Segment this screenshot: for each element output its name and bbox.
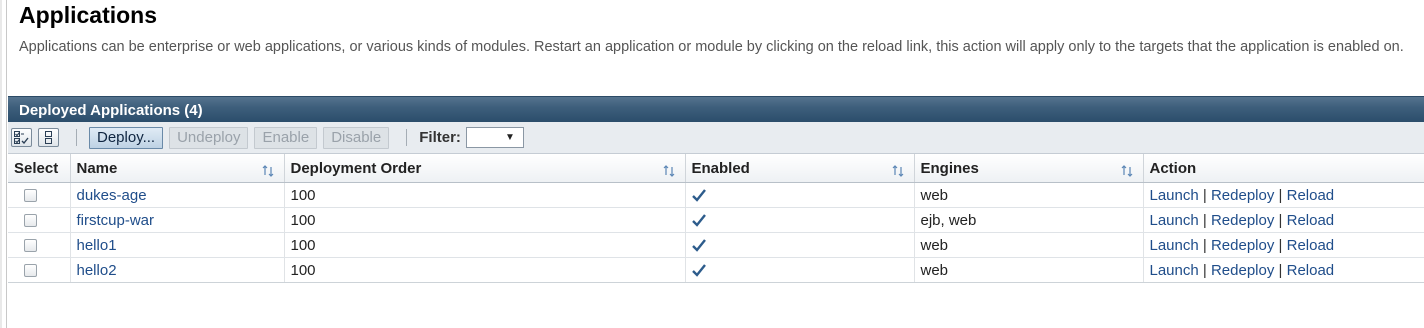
action-links: Launch | Redeploy | Reload bbox=[1143, 232, 1424, 258]
table-header-row: Select Name Deployment Order Enabled Eng… bbox=[8, 154, 1424, 183]
sort-icon bbox=[892, 165, 903, 177]
engines: web bbox=[914, 182, 1144, 208]
table-row: hello2 100 web Launch | Redeploy | Reloa… bbox=[8, 257, 1424, 283]
app-name-link[interactable]: firstcup-war bbox=[77, 212, 155, 229]
column-header-engines[interactable]: Engines bbox=[914, 154, 1144, 183]
panel-title: Deployed Applications (4) bbox=[8, 96, 1424, 122]
table-toolbar: Deploy... Undeploy Enable Disable Filter… bbox=[8, 122, 1424, 154]
chevron-down-icon: ▼ bbox=[505, 132, 515, 143]
launch-link[interactable]: Launch bbox=[1150, 262, 1199, 279]
sort-icon bbox=[663, 165, 674, 177]
table-row: hello1 100 web Launch | Redeploy | Reloa… bbox=[8, 232, 1424, 258]
enable-button[interactable]: Enable bbox=[254, 126, 318, 149]
content-border bbox=[6, 0, 7, 328]
toolbar-separator bbox=[76, 129, 77, 146]
column-header-enabled[interactable]: Enabled bbox=[685, 154, 915, 183]
engines: web bbox=[914, 232, 1144, 258]
row-select-checkbox[interactable] bbox=[24, 189, 37, 203]
check-icon bbox=[691, 239, 706, 252]
redeploy-link[interactable]: Redeploy bbox=[1211, 212, 1274, 229]
deploy-button[interactable]: Deploy... bbox=[89, 126, 164, 149]
redeploy-link[interactable]: Redeploy bbox=[1211, 237, 1274, 254]
redeploy-link[interactable]: Redeploy bbox=[1211, 262, 1274, 279]
column-header-select: Select bbox=[8, 154, 71, 183]
engines: web bbox=[914, 257, 1144, 283]
check-icon bbox=[691, 214, 706, 227]
filter-dropdown[interactable]: ▼ bbox=[465, 127, 524, 148]
reload-link[interactable]: Reload bbox=[1287, 237, 1335, 254]
app-name-link[interactable]: dukes-age bbox=[77, 187, 147, 204]
app-name-link[interactable]: hello1 bbox=[77, 237, 117, 254]
check-icon bbox=[691, 264, 706, 277]
filter-label: Filter: bbox=[419, 129, 461, 146]
page-description: Applications can be enterprise or web ap… bbox=[19, 37, 1424, 58]
column-header-name[interactable]: Name bbox=[70, 154, 285, 183]
deployment-order: 100 bbox=[284, 182, 686, 208]
action-links: Launch | Redeploy | Reload bbox=[1143, 257, 1424, 283]
deployment-order: 100 bbox=[284, 232, 686, 258]
launch-link[interactable]: Launch bbox=[1150, 212, 1199, 229]
undeploy-button[interactable]: Undeploy bbox=[169, 126, 249, 149]
deselect-all-icon[interactable] bbox=[38, 128, 59, 147]
deployed-applications-panel: Deployed Applications (4) Deploy... Unde… bbox=[8, 96, 1424, 283]
launch-link[interactable]: Launch bbox=[1150, 237, 1199, 254]
table-row: firstcup-war 100 ejb, web Launch | Redep… bbox=[8, 207, 1424, 233]
select-all-icon[interactable] bbox=[11, 128, 32, 147]
action-links: Launch | Redeploy | Reload bbox=[1143, 182, 1424, 208]
window-edge bbox=[0, 0, 2, 328]
row-select-checkbox[interactable] bbox=[24, 264, 37, 278]
check-icon bbox=[691, 189, 706, 202]
deployment-order: 100 bbox=[284, 207, 686, 233]
reload-link[interactable]: Reload bbox=[1287, 262, 1335, 279]
toolbar-separator-2 bbox=[406, 129, 408, 146]
row-select-checkbox[interactable] bbox=[24, 214, 37, 228]
reload-link[interactable]: Reload bbox=[1287, 212, 1335, 229]
disable-button[interactable]: Disable bbox=[323, 126, 390, 149]
table-row: dukes-age 100 web Launch | Redeploy | Re… bbox=[8, 182, 1424, 208]
launch-link[interactable]: Launch bbox=[1150, 187, 1199, 204]
row-select-checkbox[interactable] bbox=[24, 239, 37, 253]
app-name-link[interactable]: hello2 bbox=[77, 262, 117, 279]
action-links: Launch | Redeploy | Reload bbox=[1143, 207, 1424, 233]
column-header-action: Action bbox=[1143, 154, 1424, 183]
column-header-deployment-order[interactable]: Deployment Order bbox=[284, 154, 686, 183]
engines: ejb, web bbox=[914, 207, 1144, 233]
page-title: Applications bbox=[19, 2, 158, 28]
reload-link[interactable]: Reload bbox=[1287, 187, 1335, 204]
sort-icon bbox=[1121, 165, 1132, 177]
sort-icon bbox=[262, 165, 273, 177]
applications-table: Select Name Deployment Order Enabled Eng… bbox=[8, 154, 1424, 283]
redeploy-link[interactable]: Redeploy bbox=[1211, 187, 1274, 204]
page-description-text: Applications can be enterprise or web ap… bbox=[19, 39, 1404, 55]
deployment-order: 100 bbox=[284, 257, 686, 283]
